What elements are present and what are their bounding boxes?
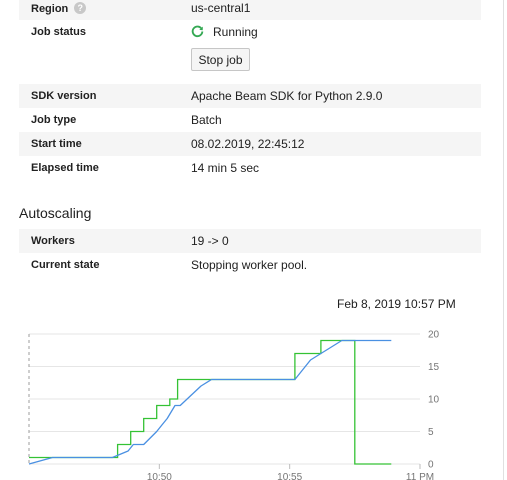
autoscaling-chart[interactable]: 0 5 10 15 20 10:50 10:55 11 PM <box>0 320 480 480</box>
row-job-type: Job type Batch <box>19 108 481 132</box>
y-tick-label: 20 <box>428 330 440 341</box>
current-workers-line <box>28 339 392 465</box>
sdk-version-label: SDK version <box>31 90 97 102</box>
job-type-label: Job type <box>31 114 77 126</box>
autoscaling-title: Autoscaling <box>19 205 92 221</box>
panel-right-border <box>503 0 504 480</box>
row-elapsed-time: Elapsed time 14 min 5 sec <box>19 156 481 180</box>
job-type-value: Batch <box>191 113 222 127</box>
job-status-value: Running <box>213 25 258 39</box>
chart-x-ticks: 10:50 10:55 11 PM <box>147 464 434 480</box>
y-tick-label: 5 <box>428 427 434 438</box>
stop-job-button[interactable]: Stop job <box>191 48 250 71</box>
row-sdk-version: SDK version Apache Beam SDK for Python 2… <box>19 84 481 108</box>
sdk-version-value: Apache Beam SDK for Python 2.9.0 <box>191 89 383 103</box>
row-current-state: Current state Stopping worker pool. <box>19 253 481 277</box>
chart-y-ticks: 0 5 10 15 20 <box>428 330 440 471</box>
x-tick-label: 11 PM <box>406 472 434 480</box>
job-status-label: Job status <box>31 26 87 38</box>
y-tick-label: 10 <box>428 395 440 406</box>
chart-gridlines <box>28 333 420 465</box>
target-workers-line <box>29 339 392 465</box>
y-tick-label: 0 <box>428 460 434 471</box>
chart-series <box>28 339 392 465</box>
y-tick-label: 15 <box>428 362 440 373</box>
refresh-running-icon <box>191 25 204 38</box>
row-region: Region? us-central1 <box>19 0 481 20</box>
x-tick-label: 10:55 <box>277 472 302 480</box>
workers-value: 19 -> 0 <box>191 234 229 248</box>
current-state-value: Stopping worker pool. <box>191 258 308 272</box>
chart-timestamp: Feb 8, 2019 10:57 PM <box>337 297 456 311</box>
help-circle-icon[interactable]: ? <box>74 2 87 14</box>
region-label: Region? <box>31 2 87 15</box>
row-start-time: Start time 08.02.2019, 22:45:12 <box>19 132 481 156</box>
start-time-value: 08.02.2019, 22:45:12 <box>191 137 305 151</box>
row-workers: Workers 19 -> 0 <box>19 229 481 253</box>
region-label-text: Region <box>31 3 69 15</box>
x-tick-label: 10:50 <box>147 472 172 480</box>
start-time-label: Start time <box>31 138 82 150</box>
elapsed-time-label: Elapsed time <box>31 162 99 174</box>
workers-label: Workers <box>31 235 75 247</box>
region-value: us-central1 <box>191 1 251 15</box>
current-state-label: Current state <box>31 259 100 271</box>
elapsed-time-value: 14 min 5 sec <box>191 161 260 175</box>
